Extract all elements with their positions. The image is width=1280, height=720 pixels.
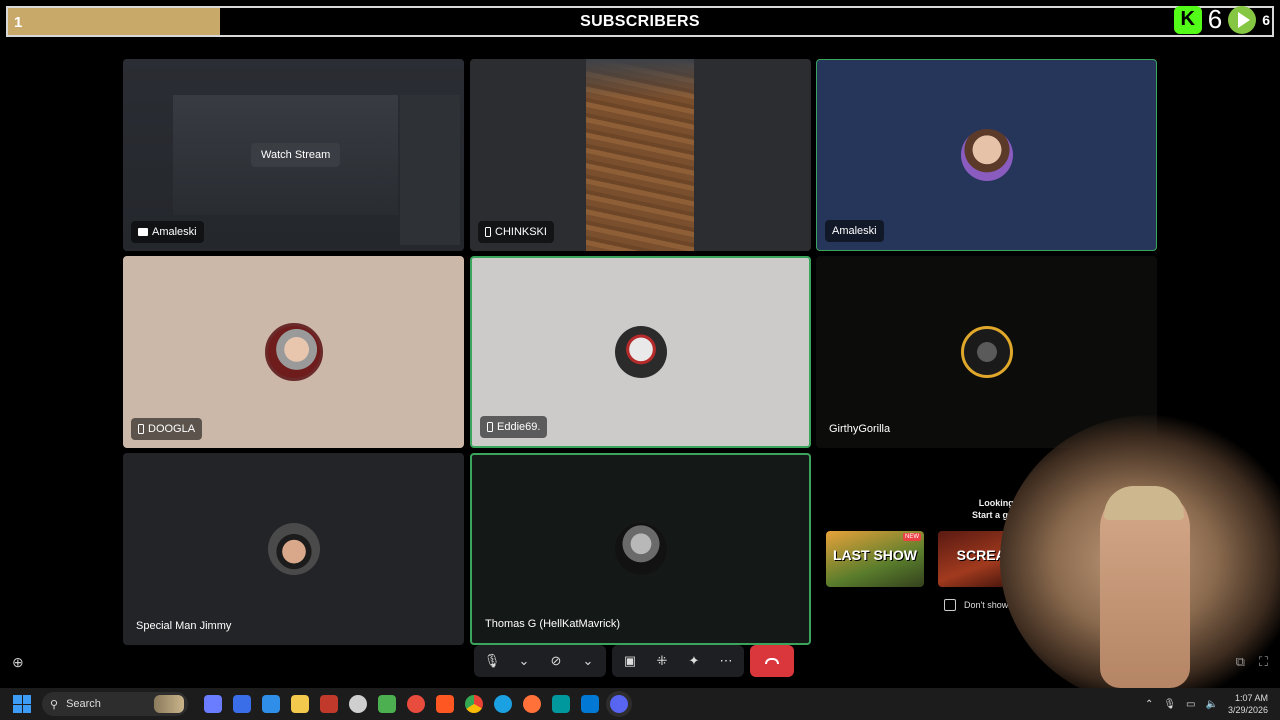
screen-share-icon xyxy=(138,228,148,236)
arduino-icon[interactable] xyxy=(552,695,570,713)
kick-count: 6 xyxy=(1207,4,1223,34)
clock-date: 3/29/2026 xyxy=(1227,705,1268,715)
participant-name-tag: Thomas G (HellKatMavrick) xyxy=(478,613,627,635)
participant-tile[interactable]: DOOGLA xyxy=(123,256,464,448)
firefox-icon[interactable] xyxy=(523,695,541,713)
app-icon[interactable] xyxy=(320,695,338,713)
subscriber-goal-count: 6 xyxy=(1262,11,1270,28)
participant-tile-camera[interactable]: CHINKSKI xyxy=(470,59,811,251)
app-icon[interactable] xyxy=(262,695,280,713)
participant-name: Thomas G (HellKatMavrick) xyxy=(485,618,621,630)
participant-name-tag: Amaleski xyxy=(131,221,204,243)
brave-browser-icon[interactable] xyxy=(436,695,454,713)
edge-icon[interactable] xyxy=(494,695,512,713)
fullscreen-icon[interactable]: ⛶ xyxy=(1259,654,1268,670)
participant-name-tag: Special Man Jimmy xyxy=(129,615,238,637)
mobile-icon xyxy=(485,227,491,237)
participant-name: Amaleski xyxy=(832,225,877,237)
participant-tile-speaking[interactable]: Thomas G (HellKatMavrick) xyxy=(470,453,811,645)
watch-stream-button[interactable]: Watch Stream xyxy=(251,143,341,167)
avatar xyxy=(614,523,667,575)
view-controls: ⧉ ⛶ xyxy=(1236,654,1268,670)
avatar xyxy=(267,523,320,575)
windows-start-icon[interactable] xyxy=(13,695,31,713)
activity-card-title: LAST SHOW xyxy=(833,547,917,563)
camera-off-icon[interactable]: ⊘ xyxy=(546,651,566,671)
avatar xyxy=(960,326,1013,378)
participant-name-tag: DOOGLA xyxy=(131,418,203,440)
stream-preview-sidebar xyxy=(400,95,460,245)
participant-name-tag: CHINKSKI xyxy=(478,221,554,243)
checkbox-icon[interactable] xyxy=(944,599,956,611)
app-icon[interactable] xyxy=(204,695,222,713)
chrome-icon[interactable] xyxy=(465,695,483,713)
participant-name: DOOGLA xyxy=(148,423,196,435)
camera-options-chevron-icon[interactable]: ⌄ xyxy=(578,651,598,671)
system-tray: ⌃ 🎙 ▭ 🔈 1:07 AM 3/29/2026 xyxy=(1145,692,1280,716)
taskbar-apps xyxy=(204,695,628,713)
app-icon[interactable] xyxy=(349,695,367,713)
call-controls: 🎙 ⌄ ⊘ ⌄ ▣ ⁜ ✦ ⋯ xyxy=(474,645,794,677)
search-label: Search xyxy=(66,698,101,710)
rumble-logo-icon xyxy=(1228,5,1257,34)
activity-card-last-show[interactable]: LAST SHOW NEW xyxy=(826,531,924,587)
call-actions-group: ▣ ⁜ ✦ ⋯ xyxy=(612,645,744,677)
participant-name: Eddie69. xyxy=(497,421,541,433)
participant-tile-speaking[interactable]: Eddie69. xyxy=(470,256,811,448)
activities-icon[interactable]: ⁜ xyxy=(652,651,672,671)
clock-time: 1:07 AM xyxy=(1234,693,1268,703)
file-explorer-icon[interactable] xyxy=(291,695,309,713)
participant-name: Amaleski xyxy=(152,226,197,238)
search-highlight-image xyxy=(154,695,184,713)
participant-name-tag: Amaleski xyxy=(825,220,884,242)
streamer-hat xyxy=(1104,486,1184,520)
mobile-icon xyxy=(487,422,493,432)
discord-icon[interactable] xyxy=(610,695,628,713)
vscode-icon[interactable] xyxy=(581,695,599,713)
subscriber-platform-counts: K 6 6 xyxy=(1173,4,1270,35)
participant-name: Special Man Jimmy xyxy=(136,620,232,632)
avatar xyxy=(614,326,667,378)
share-screen-icon[interactable]: ▣ xyxy=(620,651,640,671)
volume-icon[interactable]: 🔈 xyxy=(1206,699,1218,710)
subscriber-goal-bar: 1 SUBSCRIBERS K 6 6 xyxy=(6,4,1274,37)
microphone-icon[interactable]: 🎙 xyxy=(482,651,502,671)
audio-video-group: 🎙 ⌄ ⊘ ⌄ xyxy=(474,645,606,677)
mobile-icon xyxy=(138,424,144,434)
participant-tile-screen-share[interactable]: Watch Stream Amaleski xyxy=(123,59,464,251)
avatar xyxy=(960,129,1013,181)
more-options-icon[interactable]: ⋯ xyxy=(716,651,736,671)
participant-tile[interactable]: Amaleski xyxy=(816,59,1157,251)
disconnect-button[interactable] xyxy=(750,645,794,677)
participant-name: GirthyGorilla xyxy=(829,423,891,435)
kick-logo-icon: K xyxy=(1173,5,1202,34)
participant-tile[interactable]: Special Man Jimmy xyxy=(123,453,464,645)
avatar xyxy=(264,323,323,381)
participant-name: CHINKSKI xyxy=(495,226,547,238)
search-icon: ⚲ xyxy=(50,698,59,711)
microphone-tray-icon[interactable]: 🎙 xyxy=(1163,699,1176,710)
subscriber-bar-title: SUBSCRIBERS xyxy=(580,13,700,30)
taskbar-search[interactable]: ⚲ Search xyxy=(42,692,188,716)
app-icon[interactable] xyxy=(233,695,251,713)
popout-icon[interactable]: ⧉ xyxy=(1236,654,1245,670)
hang-up-icon xyxy=(765,658,779,664)
chevron-up-icon[interactable]: ⌃ xyxy=(1145,699,1153,710)
participant-name-tag: GirthyGorilla xyxy=(822,418,897,440)
windows-taskbar: ⚲ Search ⌃ 🎙 ▭ 🔈 1:07 AM 3/29/2026 xyxy=(0,688,1280,720)
app-icon[interactable] xyxy=(407,695,425,713)
invite-people-icon[interactable]: ⊕ xyxy=(12,654,24,671)
soundboard-icon[interactable]: ✦ xyxy=(684,651,704,671)
camera-feed xyxy=(586,59,694,251)
participant-name-tag: Eddie69. xyxy=(480,416,548,438)
app-icon[interactable] xyxy=(378,695,396,713)
participant-tile[interactable]: GirthyGorilla xyxy=(816,256,1157,448)
taskbar-clock[interactable]: 1:07 AM 3/29/2026 xyxy=(1228,692,1268,716)
new-badge: NEW xyxy=(903,533,921,541)
network-icon[interactable]: ▭ xyxy=(1186,699,1195,710)
mic-options-chevron-icon[interactable]: ⌄ xyxy=(514,651,534,671)
